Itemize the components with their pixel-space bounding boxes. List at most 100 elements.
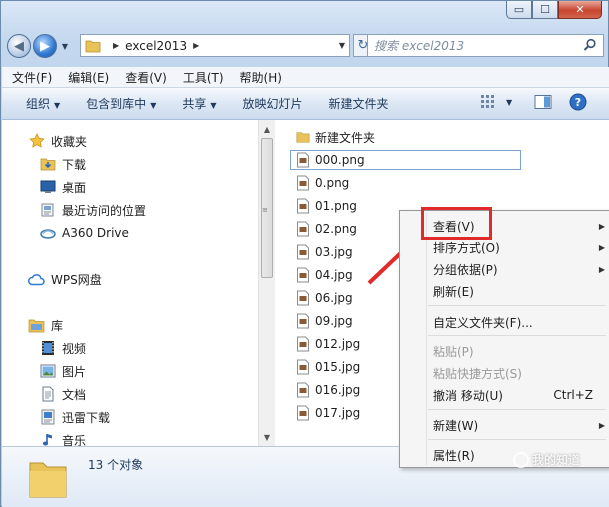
image-file-icon — [297, 221, 309, 237]
list-item-folder[interactable]: 新建文件夹 — [296, 127, 375, 147]
list-item[interactable]: 01.png — [296, 196, 357, 216]
list-item[interactable]: 0.png — [296, 173, 349, 193]
scrollbar-grip-icon: ≡ — [262, 206, 268, 214]
chevron-down-icon: ▼ — [54, 101, 61, 110]
context-item-paste-shortcut[interactable]: 粘贴快捷方式(S) — [433, 363, 605, 383]
navigation-scrollbar[interactable]: ▲ ≡ ▼ — [258, 120, 275, 446]
breadcrumb-separator-icon[interactable]: ▶ — [193, 41, 199, 50]
item-count: 13 个对象 — [88, 458, 144, 472]
sidebar-item-label: 视频 — [62, 341, 87, 356]
address-bar[interactable]: ▶ excel2013 ▶ ▼ — [80, 34, 350, 57]
view-options-button[interactable]: ▼ — [480, 94, 512, 110]
documents-icon — [39, 386, 56, 402]
breadcrumb-separator-icon[interactable]: ▶ — [113, 41, 119, 50]
cloud-icon — [28, 271, 45, 287]
menu-tools[interactable]: 工具(T) — [183, 69, 224, 86]
recent-pages-dropdown[interactable]: ▼ — [59, 42, 71, 51]
sidebar-item-desktop[interactable]: 桌面 — [39, 177, 86, 197]
menu-separator — [428, 409, 606, 410]
new-folder-button[interactable]: 新建文件夹 — [329, 95, 389, 112]
preview-pane-button[interactable] — [534, 94, 552, 110]
file-name: 000.png — [315, 153, 365, 167]
context-item-paste[interactable]: 粘贴(P) — [433, 341, 605, 361]
sidebar-item-pictures[interactable]: 图片 — [39, 361, 86, 381]
breadcrumb-folder[interactable]: excel2013 — [125, 39, 187, 53]
list-item[interactable]: 017.jpg — [296, 403, 360, 423]
menu-file[interactable]: 文件(F) — [12, 69, 52, 86]
context-item-refresh[interactable]: 刷新(E) — [433, 281, 605, 301]
preview-pane-icon — [534, 95, 552, 109]
file-name: 01.png — [315, 199, 357, 213]
list-item[interactable]: 016.jpg — [296, 380, 360, 400]
svg-text:?: ? — [575, 96, 581, 109]
list-item[interactable]: 03.jpg — [296, 242, 353, 262]
include-in-library-button[interactable]: 包含到库中 ▼ — [86, 95, 156, 112]
list-item[interactable]: 04.jpg — [296, 265, 353, 285]
context-item-new[interactable]: 新建(W) ▶ — [433, 415, 605, 435]
share-button[interactable]: 共享 ▼ — [182, 95, 216, 112]
menu-help[interactable]: 帮助(H) — [240, 69, 282, 86]
sidebar-item-documents[interactable]: 文档 — [39, 384, 86, 404]
menu-separator — [428, 335, 606, 336]
context-item-undo-move[interactable]: 撤消 移动(U) Ctrl+Z — [433, 385, 605, 405]
sidebar-item-label: 图片 — [62, 364, 87, 379]
image-file-icon — [297, 244, 309, 260]
include-label: 包含到库中 — [86, 97, 147, 111]
scroll-down-icon[interactable]: ▼ — [259, 430, 275, 446]
share-label: 共享 — [182, 97, 207, 111]
menu-gutter — [426, 213, 427, 465]
context-item-sort[interactable]: 排序方式(O) ▶ — [433, 237, 605, 257]
star-icon — [28, 133, 45, 149]
address-dropdown-icon[interactable]: ▼ — [339, 41, 345, 50]
desktop-icon — [39, 179, 56, 195]
organize-button[interactable]: 组织 ▼ — [26, 95, 60, 112]
minimize-button[interactable]: ▭ — [506, 1, 532, 19]
submenu-arrow-icon: ▶ — [598, 264, 605, 274]
back-arrow-icon: ◀ — [14, 38, 24, 54]
image-file-icon — [297, 198, 309, 214]
sidebar-item-libraries[interactable]: 库 — [28, 315, 63, 335]
search-input[interactable] — [374, 38, 574, 53]
sidebar-item-thunder-downloads[interactable]: 迅雷下载 — [39, 407, 110, 427]
sidebar-item-videos[interactable]: 视频 — [39, 338, 86, 358]
search-icon[interactable] — [583, 38, 597, 52]
menu-edit[interactable]: 编辑(E) — [68, 69, 109, 86]
folder-icon — [29, 462, 67, 498]
scroll-up-icon[interactable]: ▲ — [259, 122, 275, 138]
menu-bar: 文件(F) 编辑(E) 查看(V) 工具(T) 帮助(H) — [2, 67, 609, 88]
folder-icon — [85, 40, 101, 52]
list-item-selected[interactable]: 000.png — [290, 150, 521, 170]
list-item[interactable]: 015.jpg — [296, 357, 360, 377]
view-grid-icon — [481, 95, 494, 108]
sidebar-item-recent-places[interactable]: 最近访问的位置 — [39, 200, 146, 220]
file-name: 017.jpg — [315, 406, 361, 420]
submenu-arrow-icon: ▶ — [598, 420, 605, 430]
forward-button[interactable]: ▶ — [33, 34, 57, 58]
menu-view[interactable]: 查看(V) — [125, 69, 167, 86]
sidebar-item-favorites[interactable]: 收藏夹 — [28, 131, 87, 151]
watermark: 我的知道 — [513, 451, 580, 468]
context-item-customize-folder[interactable]: 自定义文件夹(F)... — [433, 312, 605, 332]
help-icon: ? — [569, 93, 587, 111]
back-button[interactable]: ◀ — [7, 34, 31, 58]
video-icon — [39, 340, 56, 356]
sidebar-item-downloads[interactable]: 下载 — [39, 154, 86, 174]
file-name: 015.jpg — [315, 360, 361, 374]
slideshow-button[interactable]: 放映幻灯片 — [243, 95, 303, 112]
search-box[interactable] — [367, 34, 604, 57]
sidebar-item-wps-cloud[interactable]: WPS网盘 — [28, 269, 102, 289]
image-file-icon — [297, 267, 309, 283]
maximize-button[interactable]: ☐ — [532, 1, 558, 19]
context-item-group[interactable]: 分组依据(P) ▶ — [433, 259, 605, 279]
sidebar-item-a360-drive[interactable]: A360 Drive — [39, 223, 129, 243]
help-button[interactable]: ? — [569, 93, 587, 111]
list-item[interactable]: 06.jpg — [296, 288, 353, 308]
file-name: 016.jpg — [315, 383, 361, 397]
list-item[interactable]: 09.jpg — [296, 311, 353, 331]
menu-item-label: 撤消 移动(U) — [433, 388, 503, 403]
sidebar-item-label: 迅雷下载 — [62, 410, 111, 425]
list-item[interactable]: 02.png — [296, 219, 357, 239]
list-item[interactable]: 012.jpg — [296, 334, 360, 354]
close-button[interactable]: ✕ — [558, 1, 602, 19]
file-name: 0.png — [315, 176, 350, 190]
